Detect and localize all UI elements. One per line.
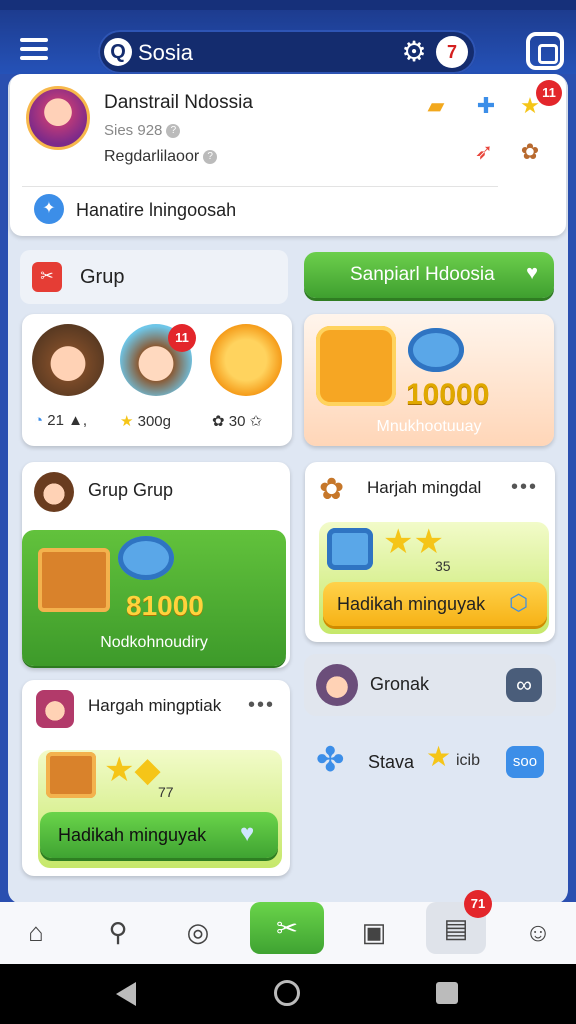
info-icon[interactable]: ? [166, 124, 181, 139]
tools-tab-button[interactable]: ✂ [250, 902, 324, 954]
status-bar [0, 0, 576, 10]
gronak-label: Gronak [370, 674, 430, 694]
gear-icon[interactable]: ⚙ [398, 36, 430, 68]
reward-label: Mnukhootuuay [376, 418, 482, 435]
profile-card[interactable]: Danstrail Ndossia Sies 928? Regdarlilaoo… [10, 74, 566, 236]
toys-icon: ✤ [316, 741, 345, 779]
gift-box-icon [38, 548, 110, 612]
grup-label: Grup [80, 266, 125, 288]
notification-badge[interactable]: 7 [436, 36, 468, 68]
search-bar[interactable]: Q Sosia ⚙ 7 [98, 30, 476, 74]
profile-status: Regdarlilaoor? [104, 148, 218, 166]
heart-icon: ♥ [240, 820, 255, 847]
coin-pouch-icon [408, 328, 464, 372]
reward-card[interactable]: ✿ Harjah mingdal ••• ★★ 35 Hadikah mingu… [305, 462, 555, 642]
stava-extra: icib [456, 752, 481, 769]
profile-status-text: Regdarlilaoor [104, 148, 200, 165]
stat-item: ★ 300g [120, 413, 171, 430]
friends-icon[interactable]: ☺ [518, 912, 558, 952]
star-icon: ★◆ [104, 751, 161, 789]
gold-bar-icon[interactable]: ▰ [420, 90, 452, 122]
stava-row[interactable]: ✤ Stava ★ icib soo [304, 724, 556, 794]
reward-card[interactable]: Hargah mingptiak ••• ★◆ 77 Hadikah mingu… [22, 680, 290, 876]
badge-count: 71 [464, 890, 492, 918]
more-icon[interactable]: ••• [248, 694, 275, 717]
star-count: 35 [435, 558, 451, 574]
stat-value: 30 [228, 413, 246, 430]
system-nav-bar [0, 964, 576, 1024]
avatar[interactable] [316, 664, 358, 706]
claim-button[interactable]: Hadikah minguyak ♥ [40, 812, 278, 858]
sparkle-icon: ✦ [34, 194, 64, 224]
link-button[interactable]: ∞ [506, 668, 542, 702]
banner-text[interactable]: Hanatire lningoosah [76, 200, 236, 221]
treasure-chest-icon [316, 326, 396, 406]
divider [22, 186, 498, 187]
coin-amount: 81000 [126, 590, 204, 621]
stat-item: ◔ 21 ▲, [34, 412, 88, 429]
grup-header[interactable]: ✂ Grup [20, 250, 288, 304]
reward-panel: ★★ 35 Hadikah minguyak ⬡ [319, 522, 549, 634]
badge-count: 11 [168, 324, 196, 352]
gamepad-icon[interactable]: ▣ [354, 912, 394, 952]
home-icon[interactable]: ⌂ [16, 912, 56, 952]
reward-label: Nodkohnoudiry [100, 634, 208, 651]
group-reward-panel[interactable]: 81000 Nodkohnoudiry [22, 530, 286, 666]
treasure-box-icon [327, 528, 373, 570]
search-icon[interactable]: ⚲ [98, 912, 138, 952]
recents-icon[interactable] [436, 982, 458, 1004]
tools-icon: ✂ [32, 262, 62, 292]
info-icon[interactable]: ? [203, 149, 218, 164]
camera-icon[interactable] [526, 32, 564, 70]
avatar[interactable] [26, 86, 90, 150]
stat-value: 21 [47, 412, 64, 429]
more-icon[interactable]: ••• [511, 476, 538, 499]
back-icon[interactable] [116, 982, 136, 1006]
claim-button-label: Hadikah minguyak [58, 825, 207, 845]
teddy-bear-icon: ✿ [319, 473, 345, 506]
stava-button[interactable]: soo [506, 746, 544, 778]
group-title: Grup Grup [88, 480, 174, 500]
profile-subtitle: Sies 928? [104, 122, 181, 139]
coin-pouch-icon [118, 536, 174, 580]
reward-panel: ★◆ 77 Hadikah minguyak ♥ [38, 750, 282, 868]
card-title: Hargah mingptiak [88, 696, 222, 715]
star-count: 77 [158, 784, 174, 800]
members-card[interactable]: 11 ◔ 21 ▲, ★ 300g ✿ 30 ✩ [22, 314, 292, 446]
avatar[interactable] [36, 690, 74, 728]
reward-card[interactable]: 10000 Mnukhootuuay [304, 314, 554, 446]
stat-value: 300g [137, 413, 171, 430]
star-icon: ★ [426, 741, 452, 772]
coin-amount: 10000 [406, 378, 490, 411]
profile-subtitle-text: Sies 928 [104, 122, 163, 139]
claim-button[interactable]: Hadikah minguyak ⬡ [323, 582, 547, 626]
stat-item: ✿ 30 ✩ [212, 413, 263, 430]
profile-name: Danstrail Ndossia [104, 92, 253, 113]
star-icon: ★★ [383, 523, 444, 561]
home-button-icon[interactable] [274, 980, 300, 1006]
rocket-icon[interactable]: ➶ [468, 136, 500, 168]
discover-icon[interactable]: ◎ [178, 912, 218, 952]
gronak-row[interactable]: Gronak ∞ [304, 654, 556, 716]
stava-label: Stava [368, 752, 415, 772]
search-input[interactable]: Sosia [138, 40, 193, 66]
teddy-bear-icon[interactable]: ✿ [514, 136, 546, 168]
primary-action-label: Sanpiarl Hdoosia [350, 264, 495, 285]
mascot-avatar[interactable] [210, 324, 282, 396]
claim-button-label: Hadikah minguyak [337, 594, 486, 614]
badge-count: 11 [536, 80, 562, 106]
app-header: Q Sosia ⚙ 7 [0, 10, 576, 74]
card-title: Harjah mingdal [367, 478, 482, 497]
member-avatar[interactable] [32, 324, 104, 396]
group-card[interactable]: Grup Grup 81000 Nodkohnoudiry [22, 462, 290, 668]
gift-box-icon [46, 752, 96, 798]
avatar[interactable] [34, 472, 74, 512]
search-logo-icon: Q [104, 38, 132, 66]
primary-action-button[interactable]: Sanpiarl Hdoosia ♥ [304, 252, 554, 298]
bandage-icon[interactable]: ✚ [470, 90, 502, 122]
menu-icon[interactable] [20, 38, 48, 60]
bottom-nav: ⌂ ⚲ ◎ ✂ ▣ ▤ 71 ☺ [0, 890, 576, 964]
shield-icon: ⬡ [509, 590, 529, 615]
heart-check-icon: ♥ [526, 262, 538, 284]
